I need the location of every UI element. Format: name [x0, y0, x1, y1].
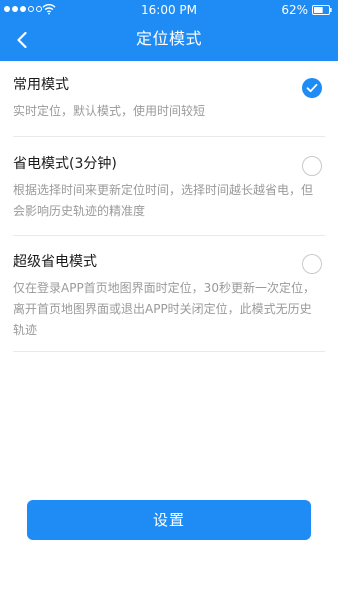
mode-option-power-saving[interactable]: 省电模式(3分钟) 根据选择时间来更新定位时间，选择时间越长越省电，但会影响历史… — [13, 137, 325, 236]
battery-percent: 62% — [281, 3, 308, 17]
nav-bar: 定位模式 — [0, 20, 338, 61]
checkmark-icon — [306, 83, 318, 93]
mode-description: 根据选择时间来更新定位时间，选择时间越长越省电，但会影响历史轨迹的精准度 — [13, 183, 314, 218]
radio-unchecked-icon[interactable] — [302, 254, 322, 274]
mode-option-super-power-saving[interactable]: 超级省电模式 仅在登录APP首页地图界面时定位，30秒更新一次定位，离开首页地图… — [13, 236, 325, 352]
mode-option-normal[interactable]: 常用模式 实时定位，默认模式，使用时间较短 — [13, 61, 325, 137]
radio-checked-icon[interactable] — [302, 78, 322, 98]
status-bar: 16:00 PM 62% — [0, 0, 338, 20]
mode-title: 省电模式(3分钟) — [13, 156, 117, 172]
battery-icon — [312, 5, 332, 15]
mode-list: 常用模式 实时定位，默认模式，使用时间较短 省电模式(3分钟) 根据选择时间来更… — [0, 61, 338, 352]
settings-button[interactable]: 设置 — [27, 500, 311, 540]
mode-description: 仅在登录APP首页地图界面时定位，30秒更新一次定位，离开首页地图界面或退出AP… — [13, 281, 315, 337]
radio-unchecked-icon[interactable] — [302, 156, 322, 176]
page-title: 定位模式 — [135, 29, 202, 48]
mode-title: 超级省电模式 — [13, 254, 97, 270]
location-mode-screen: 16:00 PM 62% 定位模式 常用模式 实时定位，默认模式，使用时间较短 — [0, 0, 338, 600]
mode-description: 实时定位，默认模式，使用时间较短 — [13, 104, 206, 118]
mode-title: 常用模式 — [13, 77, 69, 93]
header: 16:00 PM 62% 定位模式 — [0, 0, 338, 61]
